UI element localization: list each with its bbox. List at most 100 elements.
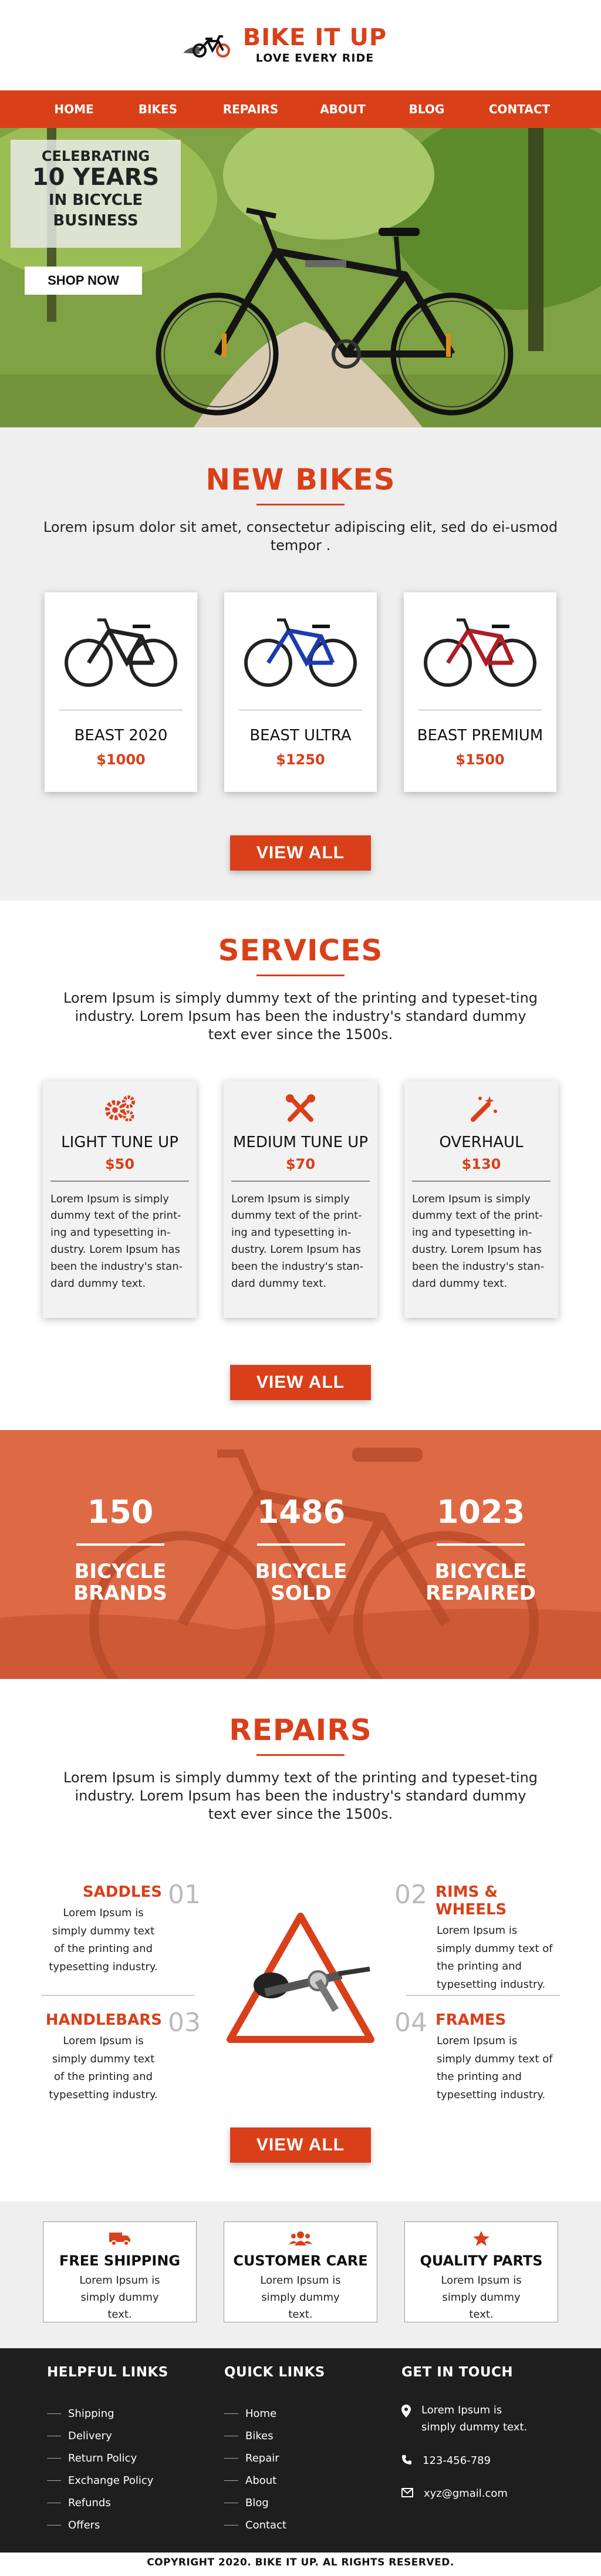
stat-divider — [437, 1543, 525, 1546]
hero-banner: CELEBRATING 10 YEARS IN BICYCLE BUSINESS… — [0, 128, 601, 427]
service-price: $50 — [104, 1155, 135, 1172]
bike-card[interactable]: BEAST ULTRA $1250 — [224, 592, 377, 793]
repair-desc: Lorem Ipsum is simply dummy text of the … — [437, 1924, 553, 1991]
footer-link[interactable]: Repair — [224, 2447, 325, 2469]
title-underline — [256, 1754, 345, 1756]
bike-name: BEAST ULTRA — [249, 727, 352, 745]
dash-marker — [224, 2524, 238, 2526]
hero-line-4: BUSINESS — [53, 212, 139, 230]
view-all-repairs-button[interactable]: VIEW ALL — [230, 2127, 371, 2163]
bike-card[interactable]: BEAST PREMIUM $1500 — [404, 592, 556, 793]
footer-link[interactable]: Refunds — [47, 2491, 168, 2514]
services-subtitle: Lorem Ipsum is simply dummy text of the … — [63, 990, 538, 1043]
magic-wand-icon — [471, 1095, 497, 1122]
dash-marker — [47, 2413, 61, 2414]
people-icon — [289, 2231, 312, 2245]
new-bikes-subtitle: Lorem ipsum dolor sit amet, consectetur … — [43, 519, 558, 554]
nav-bikes[interactable]: BIKES — [116, 102, 200, 116]
service-cards: LIGHT TUNE UP $50 Lorem Ipsum is simply … — [0, 1080, 601, 1318]
logo[interactable]: BIKE IT UP LOVE EVERY RIDE — [182, 26, 387, 65]
header: BIKE IT UP LOVE EVERY RIDE — [0, 0, 601, 90]
nav-home[interactable]: HOME — [32, 102, 116, 116]
repair-title: SADDLES — [82, 1883, 162, 1901]
footer-link[interactable]: Shipping — [47, 2402, 168, 2425]
hero-line-1: CELEBRATING — [41, 148, 150, 164]
footer-link[interactable]: Bikes — [224, 2425, 325, 2447]
bike-price: $1250 — [276, 751, 325, 768]
phone-icon — [402, 2454, 411, 2464]
bike-image — [45, 592, 197, 710]
repair-item-saddles[interactable]: SADDLES 01 Lorem Ipsum is simply dummy t… — [45, 1880, 201, 1976]
nav-blog[interactable]: BLOG — [384, 102, 470, 116]
footer-link[interactable]: Contact — [224, 2514, 325, 2536]
dash-marker — [47, 2524, 61, 2526]
features-section: FREE SHIPPING Lorem Ipsum is simply dumm… — [0, 2201, 601, 2348]
footer-link-label: Delivery — [68, 2429, 112, 2442]
nav-repairs[interactable]: REPAIRS — [200, 102, 302, 116]
stat-label: REPAIRED — [426, 1582, 536, 1606]
repair-desc: Lorem Ipsum is simply dummy text of the … — [49, 1907, 158, 1973]
service-price: $130 — [461, 1155, 501, 1172]
dash-marker — [224, 2413, 238, 2414]
mail-icon — [401, 2488, 413, 2498]
card-divider — [231, 1180, 370, 1182]
stat-label: BICYCLE — [74, 1560, 167, 1583]
gears-icon — [105, 1095, 135, 1122]
stats-banner: 150 BICYCLE BRANDS 1486 BICYCLE SOLD 102… — [0, 1430, 601, 1679]
footer-link-label: Blog — [245, 2496, 269, 2509]
footer-link[interactable]: Exchange Policy — [47, 2469, 168, 2491]
footer-heading: HELPFUL LINKS — [47, 2365, 168, 2380]
hero-line-2: 10 YEARS — [32, 164, 160, 191]
bike-card[interactable]: BEAST 2020 $1000 — [45, 592, 197, 793]
dash-marker — [47, 2457, 61, 2459]
footer-link-label: Contact — [245, 2518, 287, 2531]
hero-promo-box: CELEBRATING 10 YEARS IN BICYCLE BUSINESS — [11, 140, 181, 248]
footer-heading: QUICK LINKS — [224, 2365, 325, 2380]
repair-title: FRAMES — [435, 2011, 507, 2029]
contact-email[interactable]: xyz@gmail.com — [401, 2486, 554, 2503]
repair-item-frames[interactable]: 04 FRAMES Lorem Ipsum is simply dummy te… — [394, 2008, 570, 2104]
footer-link[interactable]: About — [224, 2469, 325, 2491]
main-nav: HOME BIKES REPAIRS ABOUT BLOG CONTACT — [0, 90, 601, 128]
footer-link[interactable]: Delivery — [47, 2425, 168, 2447]
footer-link[interactable]: Return Policy — [47, 2447, 168, 2469]
footer-link-label: About — [245, 2474, 277, 2487]
stat-label: BICYCLE — [434, 1560, 527, 1583]
footer-link[interactable]: Home — [224, 2402, 325, 2425]
nav-about[interactable]: ABOUT — [302, 102, 384, 116]
repair-desc: Lorem Ipsum is simply dummy text of the … — [49, 2035, 158, 2101]
dash-marker — [224, 2480, 238, 2481]
footer-link-label: Shipping — [68, 2407, 114, 2420]
service-name: OVERHAUL — [439, 1133, 524, 1151]
view-all-bikes-button[interactable]: VIEW ALL — [230, 835, 371, 871]
stat-number: 150 — [87, 1493, 154, 1530]
star-icon — [473, 2231, 489, 2246]
shop-now-button[interactable]: SHOP NOW — [25, 267, 142, 295]
footer-link-label: Exchange Policy — [68, 2474, 154, 2487]
contact-phone[interactable]: 123-456-789 — [401, 2453, 554, 2470]
stat-label: BRANDS — [73, 1582, 167, 1606]
repair-number: 01 — [168, 1880, 201, 1910]
truck-icon — [109, 2233, 130, 2246]
service-price: $70 — [285, 1155, 316, 1172]
feature-title: CUSTOMER CARE — [233, 2253, 368, 2269]
feature-title: FREE SHIPPING — [59, 2253, 181, 2269]
nav-contact[interactable]: CONTACT — [470, 102, 569, 116]
repair-item-rims-wheels[interactable]: 02 RIMS & WHEELS Lorem Ipsum is simply d… — [394, 1880, 570, 1994]
copyright: COPYRIGHT 2020. BIKE IT UP. AL RIGHTS RE… — [0, 2553, 601, 2572]
repair-desc: Lorem Ipsum is simply dummy text of the … — [437, 2035, 553, 2101]
footer: HELPFUL LINKS Shipping Delivery Return P… — [0, 2348, 601, 2572]
service-card[interactable]: MEDIUM TUNE UP $70 Lorem Ipsum is simply… — [224, 1080, 377, 1318]
service-card[interactable]: LIGHT TUNE UP $50 Lorem Ipsum is simply … — [43, 1080, 197, 1318]
stat-brands: 150 BICYCLE BRANDS — [47, 1493, 194, 1605]
bike-image — [224, 592, 377, 710]
footer-link[interactable]: Offers — [47, 2514, 168, 2536]
view-all-services-button[interactable]: VIEW ALL — [230, 1364, 371, 1400]
hero-line-3: IN BICYCLE — [48, 191, 143, 209]
footer-link-label: Return Policy — [68, 2452, 137, 2464]
repair-item-handlebars[interactable]: HANDLEBARS 03 Lorem Ipsum is simply dumm… — [45, 2008, 201, 2104]
service-card[interactable]: OVERHAUL $130 Lorem Ipsum is simply dumm… — [404, 1080, 558, 1318]
card-divider — [412, 1180, 551, 1182]
repairs-section: REPAIRS Lorem Ipsum is simply dummy text… — [0, 1679, 601, 2201]
footer-link[interactable]: Blog — [224, 2491, 325, 2514]
